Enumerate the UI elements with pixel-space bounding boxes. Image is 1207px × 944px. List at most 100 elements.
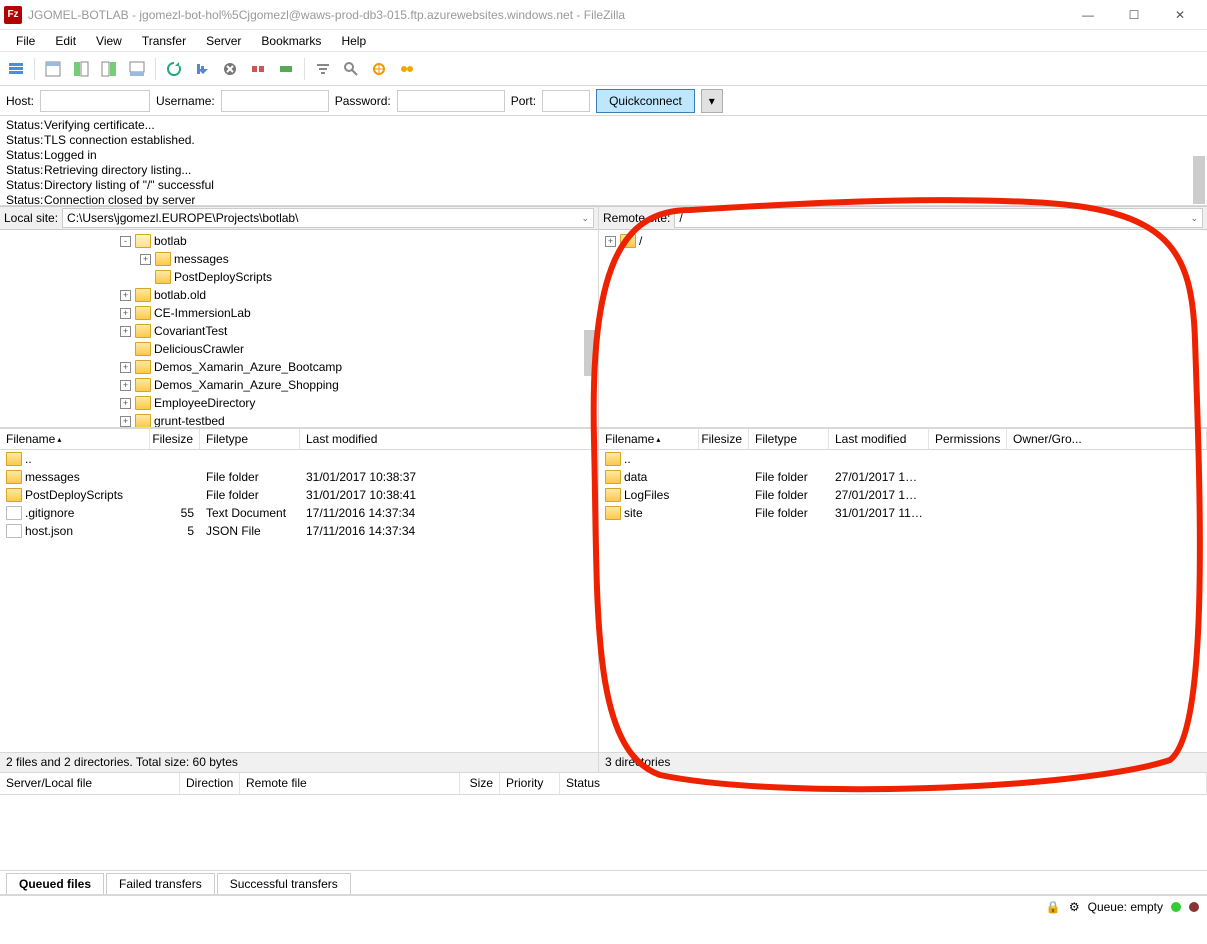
status-log[interactable]: Status:Verifying certificate...Status:TL…: [0, 116, 1207, 206]
chevron-down-icon[interactable]: ⌄: [1190, 213, 1198, 224]
col-modified[interactable]: Last modified: [300, 429, 598, 449]
compare-icon[interactable]: [367, 57, 391, 81]
toggle-local-tree-icon[interactable]: [69, 57, 93, 81]
col-filetype[interactable]: Filetype: [749, 429, 829, 449]
list-item[interactable]: .gitignore55Text Document17/11/2016 14:3…: [0, 504, 598, 522]
expand-toggle[interactable]: +: [120, 416, 131, 427]
expand-toggle[interactable]: +: [605, 236, 616, 247]
tab-failed[interactable]: Failed transfers: [106, 873, 215, 894]
menu-help[interactable]: Help: [331, 32, 376, 50]
username-input[interactable]: [221, 90, 329, 112]
local-tree[interactable]: -botlab+messagesPostDeployScripts+botlab…: [0, 230, 598, 428]
remote-file-list[interactable]: Filename▴ Filesize Filetype Last modifie…: [599, 428, 1207, 752]
col-modified[interactable]: Last modified: [829, 429, 929, 449]
menu-file[interactable]: File: [6, 32, 45, 50]
quickconnect-history-dropdown[interactable]: ▾: [701, 89, 723, 113]
cancel-icon[interactable]: [218, 57, 242, 81]
sitemanager-icon[interactable]: [4, 57, 28, 81]
col-filename[interactable]: Filename▴: [599, 429, 699, 449]
menu-bookmarks[interactable]: Bookmarks: [251, 32, 331, 50]
disconnect-icon[interactable]: [246, 57, 270, 81]
toggle-remote-tree-icon[interactable]: [97, 57, 121, 81]
expand-toggle[interactable]: -: [120, 236, 131, 247]
gear-icon[interactable]: ⚙: [1069, 900, 1080, 914]
list-item[interactable]: messagesFile folder31/01/2017 10:38:37: [0, 468, 598, 486]
tree-item[interactable]: +messages: [0, 250, 598, 268]
list-item[interactable]: LogFilesFile folder27/01/2017 12:...: [599, 486, 1207, 504]
lock-icon[interactable]: 🔒: [1046, 900, 1061, 914]
toggle-log-icon[interactable]: [41, 57, 65, 81]
tree-item[interactable]: +grunt-testbed: [0, 412, 598, 428]
tab-queued[interactable]: Queued files: [6, 873, 104, 894]
folder-icon: [135, 342, 151, 356]
folder-icon: [605, 470, 621, 484]
expand-toggle[interactable]: +: [120, 326, 131, 337]
col-filename[interactable]: Filename▴: [0, 429, 150, 449]
tree-item[interactable]: +EmployeeDirectory: [0, 394, 598, 412]
tree-item[interactable]: -botlab: [0, 232, 598, 250]
tree-item[interactable]: +/: [599, 232, 1207, 250]
col-direction[interactable]: Direction: [180, 773, 240, 794]
remote-tree[interactable]: +/: [599, 230, 1207, 428]
menu-view[interactable]: View: [86, 32, 132, 50]
col-permissions[interactable]: Permissions: [929, 429, 1007, 449]
menu-edit[interactable]: Edit: [45, 32, 86, 50]
col-filetype[interactable]: Filetype: [200, 429, 300, 449]
reconnect-icon[interactable]: [274, 57, 298, 81]
tree-item[interactable]: +Demos_Xamarin_Azure_Bootcamp: [0, 358, 598, 376]
refresh-icon[interactable]: [162, 57, 186, 81]
local-file-list[interactable]: Filename▴ Filesize Filetype Last modifie…: [0, 428, 598, 752]
maximize-button[interactable]: ☐: [1111, 0, 1157, 30]
toggle-queue-icon[interactable]: [125, 57, 149, 81]
password-input[interactable]: [397, 90, 505, 112]
col-filesize[interactable]: Filesize: [150, 429, 200, 449]
list-item[interactable]: ..: [0, 450, 598, 468]
close-button[interactable]: ✕: [1157, 0, 1203, 30]
expand-toggle[interactable]: +: [140, 254, 151, 265]
sync-browse-icon[interactable]: [395, 57, 419, 81]
menu-transfer[interactable]: Transfer: [132, 32, 196, 50]
remote-summary: 3 directories: [599, 752, 1207, 772]
quickconnect-button[interactable]: Quickconnect: [596, 89, 695, 113]
folder-icon: [6, 452, 22, 466]
col-remote[interactable]: Remote file: [240, 773, 460, 794]
tree-item[interactable]: +botlab.old: [0, 286, 598, 304]
chevron-down-icon[interactable]: ⌄: [581, 213, 589, 224]
scrollbar-thumb[interactable]: [584, 330, 596, 376]
expand-toggle[interactable]: +: [120, 362, 131, 373]
expand-toggle[interactable]: +: [120, 290, 131, 301]
col-size[interactable]: Size: [460, 773, 500, 794]
filter-icon[interactable]: [311, 57, 335, 81]
col-server[interactable]: Server/Local file: [0, 773, 180, 794]
minimize-button[interactable]: —: [1065, 0, 1111, 30]
port-input[interactable]: [542, 90, 590, 112]
tree-item[interactable]: +Demos_Xamarin_Azure_Shopping: [0, 376, 598, 394]
col-owner[interactable]: Owner/Gro...: [1007, 429, 1207, 449]
expand-toggle[interactable]: +: [120, 398, 131, 409]
tree-item[interactable]: +CovariantTest: [0, 322, 598, 340]
col-priority[interactable]: Priority: [500, 773, 560, 794]
remote-site-path[interactable]: /⌄: [674, 208, 1203, 228]
expand-toggle[interactable]: +: [120, 380, 131, 391]
tree-item[interactable]: DeliciousCrawler: [0, 340, 598, 358]
list-item[interactable]: siteFile folder31/01/2017 11:...: [599, 504, 1207, 522]
list-item[interactable]: host.json5JSON File17/11/2016 14:37:34: [0, 522, 598, 540]
host-input[interactable]: [40, 90, 150, 112]
tab-success[interactable]: Successful transfers: [217, 873, 351, 894]
folder-icon: [605, 488, 621, 502]
menu-server[interactable]: Server: [196, 32, 251, 50]
queue-body[interactable]: [0, 795, 1207, 871]
tree-item[interactable]: PostDeployScripts: [0, 268, 598, 286]
search-icon[interactable]: [339, 57, 363, 81]
expand-toggle[interactable]: +: [120, 308, 131, 319]
scrollbar-thumb[interactable]: [1193, 156, 1205, 204]
list-item[interactable]: PostDeployScriptsFile folder31/01/2017 1…: [0, 486, 598, 504]
process-queue-icon[interactable]: [190, 57, 214, 81]
tree-item[interactable]: +CE-ImmersionLab: [0, 304, 598, 322]
col-filesize[interactable]: Filesize: [699, 429, 749, 449]
list-item[interactable]: ..: [599, 450, 1207, 468]
col-status[interactable]: Status: [560, 773, 1207, 794]
local-site-path[interactable]: C:\Users\jgomezl.EUROPE\Projects\botlab\…: [62, 208, 594, 228]
queue-status: Queue: empty: [1088, 900, 1163, 914]
list-item[interactable]: dataFile folder27/01/2017 12:...: [599, 468, 1207, 486]
